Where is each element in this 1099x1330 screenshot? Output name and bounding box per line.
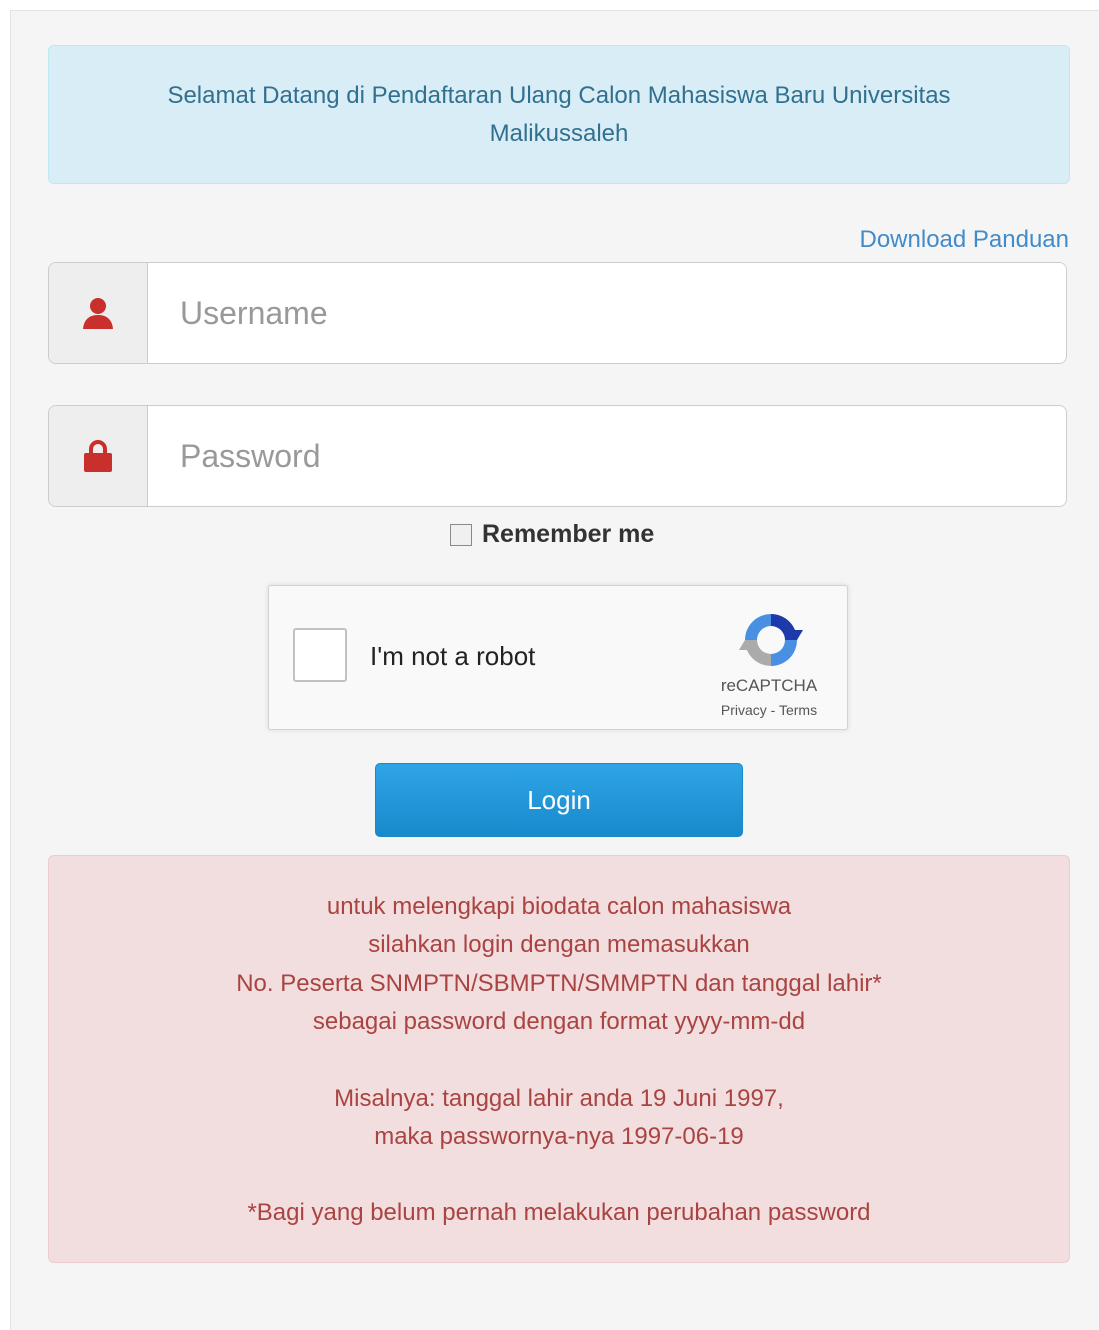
password-addon [49, 406, 148, 506]
recaptcha-terms-link[interactable]: Privacy - Terms [709, 702, 829, 718]
lock-icon [84, 440, 112, 472]
download-guide-link[interactable]: Download Panduan [860, 226, 1070, 254]
user-icon [83, 298, 113, 329]
footnote-text: *Bagi yang belum pernah melakukan peruba… [247, 1199, 871, 1227]
password-input-group [48, 405, 1067, 507]
remember-me-checkbox[interactable] [450, 523, 472, 546]
recaptcha-widget: I'm not a robot reCAPTCHA Privacy - Term… [268, 585, 848, 730]
login-instructions-alert: untuk melengkapi biodata calon mahasiswa… [48, 855, 1070, 1263]
username-input[interactable] [148, 263, 1066, 363]
login-button[interactable]: Login [375, 763, 743, 837]
password-input[interactable] [148, 406, 1066, 506]
example-line: Misalnya: tanggal lahir anda 19 Juni 199… [334, 1084, 784, 1112]
example-line: maka passwornya-nya 1997-06-19 [374, 1123, 744, 1151]
instruction-line: untuk melengkapi biodata calon mahasiswa [326, 893, 792, 920]
recaptcha-logo-icon [739, 614, 803, 666]
welcome-text: Selamat Datang di Pendaftaran Ulang Calo… [167, 82, 951, 147]
remember-me[interactable]: Remember me [450, 520, 654, 549]
username-input-group [48, 262, 1067, 364]
instruction-line: silahkan login dengan memasukkan [368, 931, 750, 959]
recaptcha-brand: reCAPTCHA [720, 676, 818, 695]
username-addon [49, 263, 148, 363]
remember-me-label: Remember me [482, 520, 655, 548]
recaptcha-checkbox[interactable] [293, 628, 347, 682]
instruction-line: sebagai password dengan format yyyy-mm-d… [312, 1008, 806, 1036]
recaptcha-label: I'm not a robot [370, 641, 536, 671]
welcome-alert: Selamat Datang di Pendaftaran Ulang Calo… [48, 45, 1070, 184]
instruction-line: No. Peserta SNMPTN/SBMPTN/SMMPTN dan tan… [236, 969, 882, 997]
